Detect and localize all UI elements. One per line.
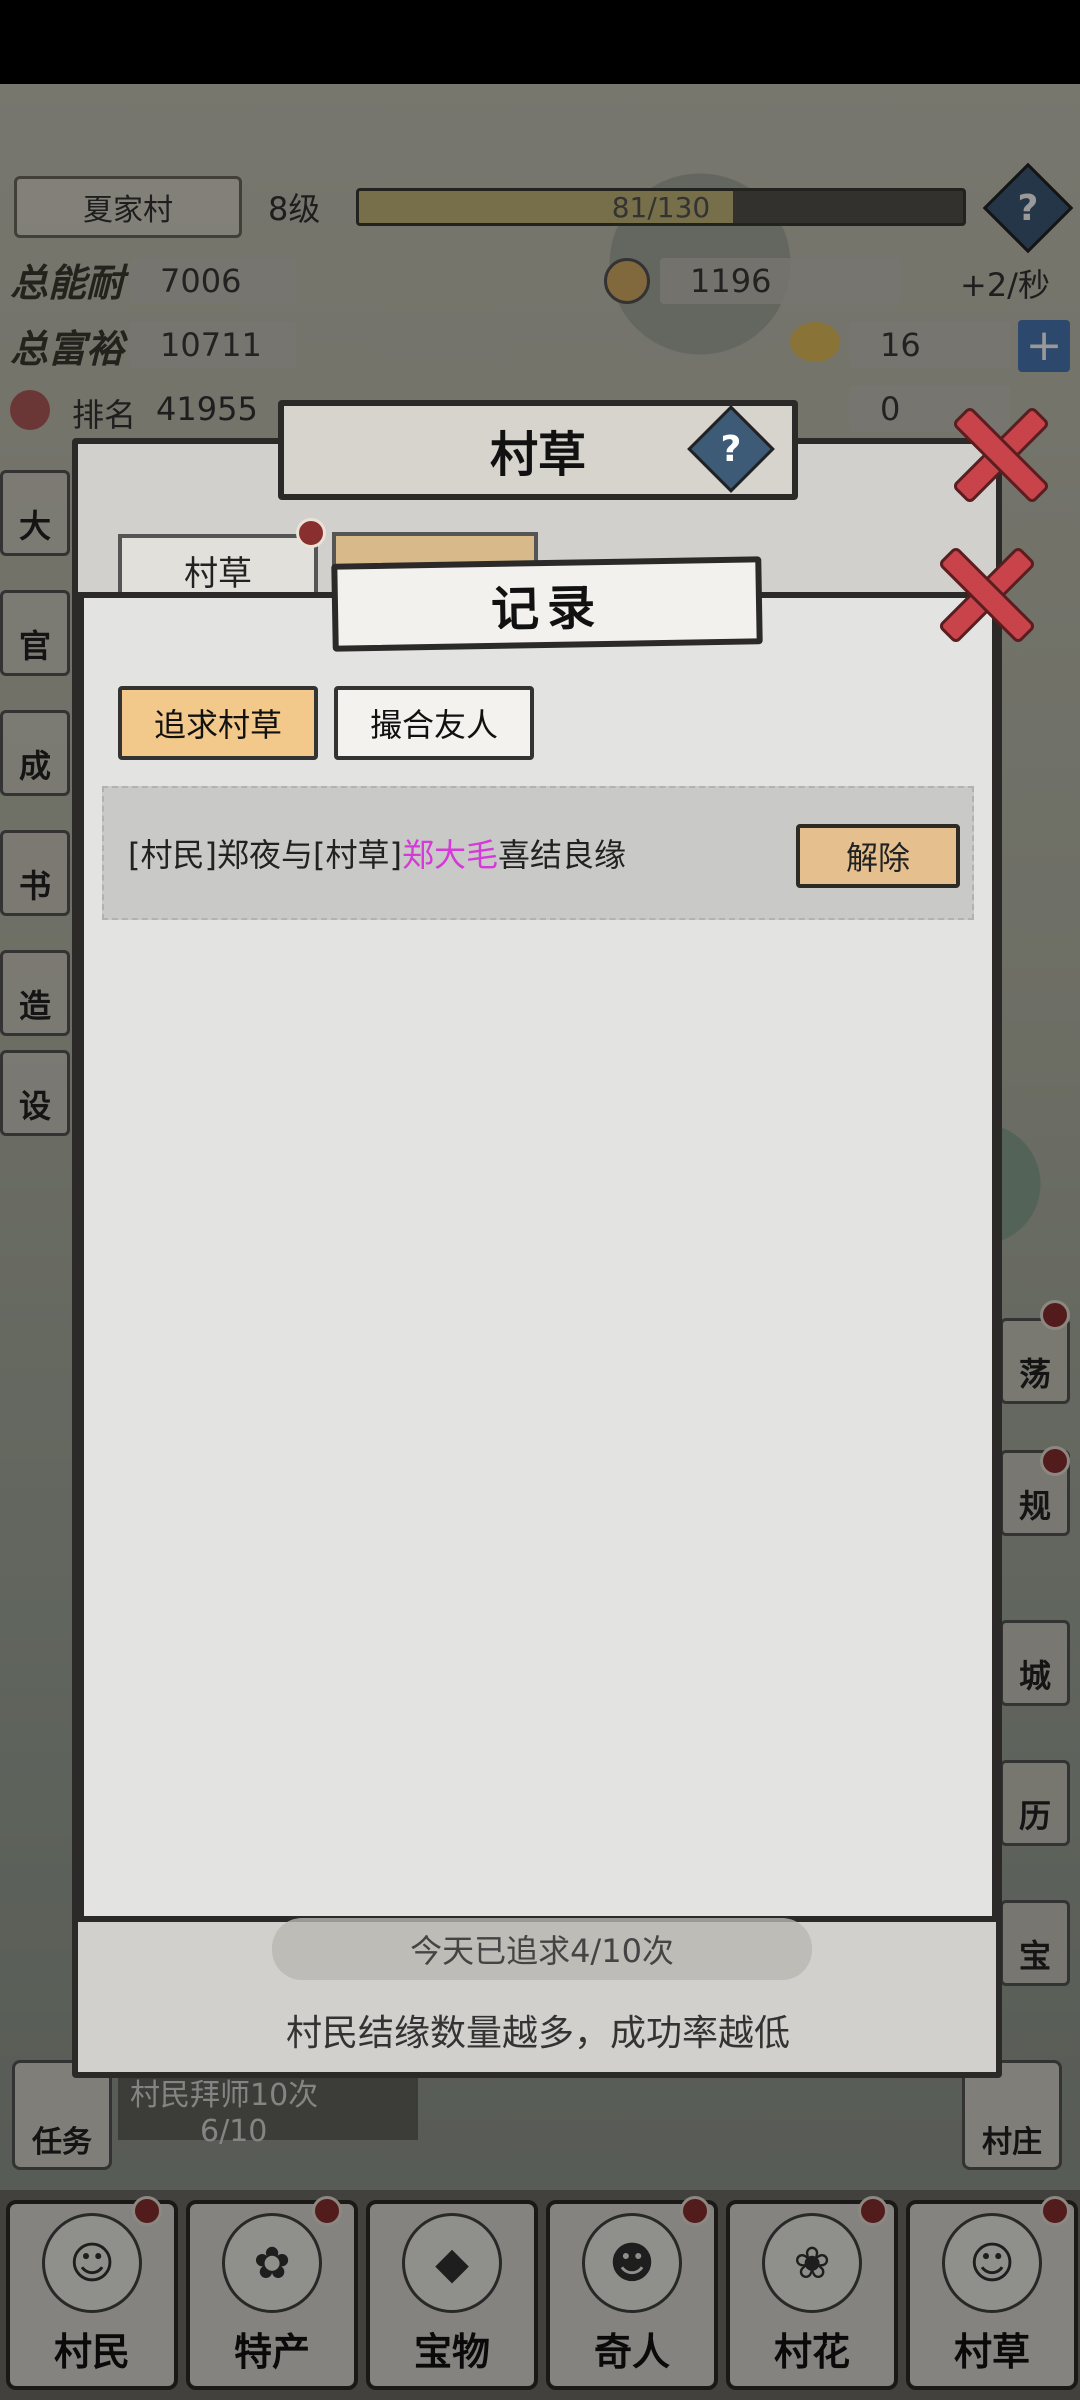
notification-dot [296, 518, 326, 548]
record-text: [村民]郑夜与[村草] 郑大毛 喜结良缘 [128, 788, 626, 918]
release-button[interactable]: 解除 [796, 824, 960, 888]
system-status-bar [0, 0, 1080, 84]
highlighted-name[interactable]: 郑大毛 [402, 830, 498, 876]
tab-match-friends[interactable]: 撮合友人 [334, 686, 534, 760]
record-dialog-title: 记录 [331, 556, 763, 652]
success-rate-hint: 村民结缘数量越多，成功率越低 [285, 2013, 790, 2054]
tab-pursue-village-hunk[interactable]: 追求村草 [118, 686, 318, 760]
record-close-icon[interactable] [930, 540, 1034, 644]
record-list-item: [村民]郑夜与[村草] 郑大毛 喜结良缘 解除 [102, 786, 974, 920]
outer-close-icon[interactable] [944, 400, 1048, 504]
daily-pursue-count: 今天已追求4/10次 [272, 1918, 812, 1980]
